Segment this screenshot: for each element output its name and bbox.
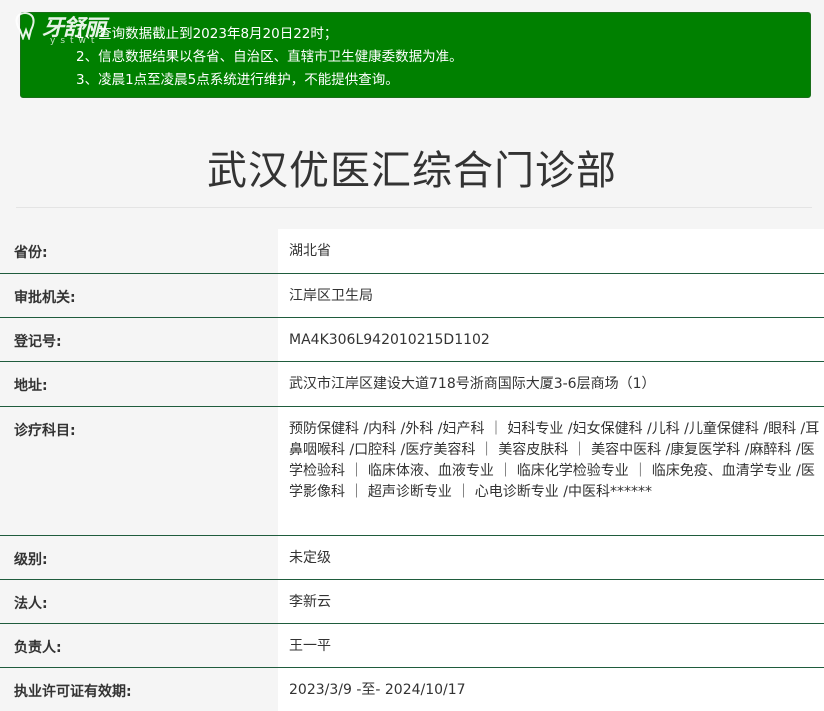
row-label: 执业许可证有效期: — [0, 667, 278, 711]
page-title: 武汉优医汇综合门诊部 — [207, 148, 617, 194]
row-label: 负责人: — [0, 623, 278, 667]
notice-line: 3、凌晨1点至凌晨5点系统进行维护，不能提供查询。 — [76, 72, 399, 88]
info-row-departments: 诊疗科目: 预防保健科 /内科 /外科 /妇产科 ｜ 妇科专业 /妇女保健科 /… — [0, 406, 824, 535]
info-row-license-validity: 执业许可证有效期: 2023/3/9 -至- 2024/10/17 — [0, 667, 824, 711]
row-value: 预防保健科 /内科 /外科 /妇产科 ｜ 妇科专业 /妇女保健科 /儿科 /儿童… — [278, 406, 824, 535]
row-value: MA4K306L942010215D1102 — [278, 317, 824, 361]
notice-line: 2、信息数据结果以各省、自治区、直辖市卫生健康委数据为准。 — [76, 49, 463, 65]
info-row-responsible: 负责人: 王一平 — [0, 623, 824, 667]
row-value: 江岸区卫生局 — [278, 273, 824, 317]
row-value: 王一平 — [278, 623, 824, 667]
info-row-province: 省份: 湖北省 — [0, 229, 824, 273]
clinic-info-table: 省份: 湖北省 审批机关: 江岸区卫生局 登记号: MA4K306L942010… — [0, 229, 824, 711]
row-value: 未定级 — [278, 535, 824, 579]
info-row-authority: 审批机关: 江岸区卫生局 — [0, 273, 824, 317]
row-value: 武汉市江岸区建设大道718号浙商国际大厦3-6层商场（1） — [278, 361, 824, 406]
row-value: 李新云 — [278, 579, 824, 623]
row-label: 诊疗科目: — [0, 406, 278, 535]
row-label: 级别: — [0, 535, 278, 579]
row-label: 省份: — [0, 229, 278, 273]
row-label: 法人: — [0, 579, 278, 623]
info-row-address: 地址: 武汉市江岸区建设大道718号浙商国际大厦3-6层商场（1） — [0, 361, 824, 406]
row-value: 2023/3/9 -至- 2024/10/17 — [278, 667, 824, 711]
notice-banner: 1、查询数据截止到2023年8月20日22时； 2、信息数据结果以各省、自治区、… — [20, 12, 811, 98]
info-row-registration: 登记号: MA4K306L942010215D1102 — [0, 317, 824, 361]
info-row-legal-person: 法人: 李新云 — [0, 579, 824, 623]
row-label: 登记号: — [0, 317, 278, 361]
title-divider — [16, 207, 812, 208]
row-value: 湖北省 — [278, 229, 824, 273]
info-row-level: 级别: 未定级 — [0, 535, 824, 579]
notice-line: 1、查询数据截止到2023年8月20日22时； — [76, 26, 338, 42]
row-label: 地址: — [0, 361, 278, 406]
row-label: 审批机关: — [0, 273, 278, 317]
